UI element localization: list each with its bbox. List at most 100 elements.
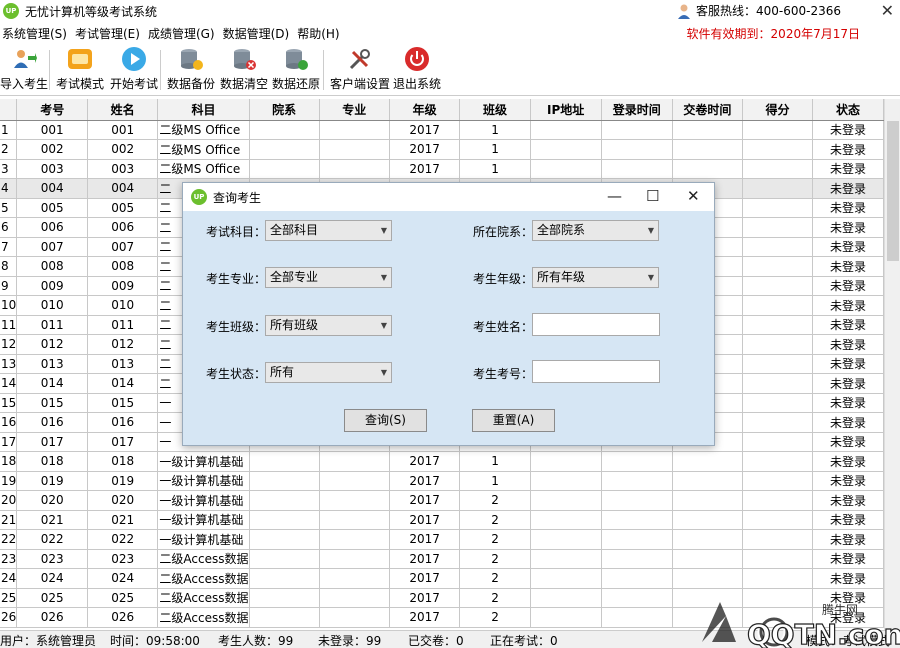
column-header[interactable]: 状态 bbox=[812, 99, 884, 121]
class-select[interactable]: 所有班级 ▼ bbox=[265, 315, 392, 336]
dialog-minimize-button[interactable]: — bbox=[607, 187, 622, 205]
status-user: 用户：系统管理员 bbox=[0, 634, 97, 648]
column-header[interactable]: 交卷时间 bbox=[672, 99, 743, 121]
table-row[interactable]: 21 021 021 一级计算机基础 2017 2 未登录 bbox=[0, 510, 884, 530]
cell-department bbox=[249, 451, 320, 472]
vertical-scrollbar[interactable] bbox=[884, 99, 900, 630]
department-select[interactable]: 全部院系 ▼ bbox=[532, 220, 659, 241]
department-label: 所在院系： bbox=[473, 225, 534, 239]
cell-ip bbox=[530, 159, 602, 179]
table-row[interactable]: 24 024 024 二级Access数据 2017 2 未登录 bbox=[0, 568, 884, 589]
menu-grades[interactable]: 成绩管理(G) bbox=[146, 25, 221, 42]
cell-login-time bbox=[601, 471, 673, 491]
column-header[interactable]: 科目 bbox=[157, 99, 250, 121]
cell-grade: 2017 bbox=[389, 510, 461, 530]
cell-department bbox=[249, 120, 320, 140]
reset-button[interactable]: 重置(A) bbox=[472, 409, 555, 432]
import-students-button[interactable]: 导入考生 bbox=[0, 46, 48, 92]
data-clear-button[interactable]: 数据清空 bbox=[220, 46, 268, 92]
status-in-exam: 正在考试：0 bbox=[490, 634, 558, 648]
exam-mode-button[interactable]: 考试模式 bbox=[56, 46, 104, 92]
column-header[interactable]: 登录时间 bbox=[601, 99, 673, 121]
cell-exam-id: 004 bbox=[16, 178, 88, 199]
cell-grade: 2017 bbox=[389, 159, 461, 179]
cell-department bbox=[249, 529, 320, 550]
cell-subject: 二级Access数据 bbox=[157, 568, 250, 589]
grade-select[interactable]: 所有年级 ▼ bbox=[532, 267, 659, 288]
table-row[interactable]: 20 020 020 一级计算机基础 2017 2 未登录 bbox=[0, 490, 884, 511]
row-number: 25 bbox=[0, 588, 18, 608]
status-select[interactable]: 所有 ▼ bbox=[265, 362, 392, 383]
row-number: 10 bbox=[0, 295, 18, 316]
menu-system[interactable]: 系统管理(S) bbox=[0, 25, 73, 42]
status-time: 时间：09:58:00 bbox=[110, 634, 200, 648]
cell-ip bbox=[530, 510, 602, 530]
cell-ip bbox=[530, 607, 602, 628]
cell-score bbox=[742, 471, 814, 491]
table-row[interactable]: 1 001 001 二级MS Office 2017 1 未登录 bbox=[0, 120, 884, 140]
exit-system-button[interactable]: 退出系统 bbox=[393, 46, 441, 92]
dialog-maximize-button[interactable]: ☐ bbox=[646, 187, 659, 205]
cell-status: 未登录 bbox=[812, 510, 884, 530]
menu-exam[interactable]: 考试管理(E) bbox=[73, 25, 146, 42]
data-backup-button[interactable]: 数据备份 bbox=[167, 46, 215, 92]
cell-class: 1 bbox=[459, 451, 531, 472]
cell-grade: 2017 bbox=[389, 549, 461, 569]
cell-ip bbox=[530, 120, 602, 140]
data-restore-button[interactable]: 数据还原 bbox=[272, 46, 320, 92]
cell-class: 1 bbox=[459, 120, 531, 140]
window-close-button[interactable]: ✕ bbox=[881, 1, 894, 20]
column-header[interactable]: 得分 bbox=[742, 99, 814, 121]
chevron-down-icon: ▼ bbox=[647, 273, 654, 282]
cell-subject: 一级计算机基础 bbox=[157, 529, 250, 550]
qqtn-watermark: 腾牛网 QQTN.com bbox=[702, 602, 900, 648]
cell-name: 004 bbox=[87, 178, 159, 199]
table-row[interactable]: 2 002 002 二级MS Office 2017 1 未登录 bbox=[0, 139, 884, 160]
student-id-input[interactable] bbox=[532, 360, 660, 383]
table-row[interactable]: 22 022 022 一级计算机基础 2017 2 未登录 bbox=[0, 529, 884, 550]
cell-status: 未登录 bbox=[812, 412, 884, 433]
cell-major bbox=[319, 490, 390, 511]
student-name-input[interactable] bbox=[532, 313, 660, 336]
table-row[interactable]: 18 018 018 一级计算机基础 2017 1 未登录 bbox=[0, 451, 884, 472]
row-number: 19 bbox=[0, 471, 18, 491]
column-header[interactable]: IP地址 bbox=[530, 99, 602, 121]
major-select[interactable]: 全部专业 ▼ bbox=[265, 267, 392, 288]
dialog-close-button[interactable]: ✕ bbox=[687, 187, 700, 205]
row-number: 3 bbox=[0, 159, 18, 179]
table-row[interactable]: 19 019 019 一级计算机基础 2017 1 未登录 bbox=[0, 471, 884, 491]
cell-name: 026 bbox=[87, 607, 159, 628]
column-header[interactable]: 考号 bbox=[16, 99, 88, 121]
scrollbar-thumb[interactable] bbox=[887, 121, 899, 261]
cell-name: 014 bbox=[87, 373, 159, 394]
column-header[interactable]: 专业 bbox=[319, 99, 390, 121]
dialog-logo-icon: UP bbox=[191, 189, 207, 205]
start-exam-button[interactable]: 开始考试 bbox=[110, 46, 158, 92]
column-header[interactable]: 姓名 bbox=[87, 99, 159, 121]
query-button[interactable]: 查询(S) bbox=[344, 409, 427, 432]
menu-data[interactable]: 数据管理(D) bbox=[221, 25, 296, 42]
column-header[interactable]: 院系 bbox=[249, 99, 320, 121]
cell-name: 007 bbox=[87, 237, 159, 257]
table-row[interactable]: 3 003 003 二级MS Office 2017 1 未登录 bbox=[0, 159, 884, 179]
column-header[interactable]: 班级 bbox=[459, 99, 531, 121]
cell-status: 未登录 bbox=[812, 354, 884, 374]
client-settings-button[interactable]: 客户端设置 bbox=[330, 46, 390, 92]
column-header[interactable]: 年级 bbox=[389, 99, 461, 121]
cell-ip bbox=[530, 471, 602, 491]
row-number: 11 bbox=[0, 315, 18, 335]
cell-class: 2 bbox=[459, 607, 531, 628]
cell-subject: 一级计算机基础 bbox=[157, 510, 250, 530]
watermark-small-text: 腾牛网 bbox=[822, 602, 858, 617]
subject-select[interactable]: 全部科目 ▼ bbox=[265, 220, 392, 241]
cell-class: 2 bbox=[459, 568, 531, 589]
cell-score bbox=[742, 139, 814, 160]
cell-exam-id: 007 bbox=[16, 237, 88, 257]
toolbar-separator bbox=[49, 50, 50, 90]
table-row[interactable]: 23 023 023 二级Access数据 2017 2 未登录 bbox=[0, 549, 884, 569]
menu-help[interactable]: 帮助(H) bbox=[295, 25, 345, 42]
cell-score bbox=[742, 178, 814, 199]
cell-ip bbox=[530, 490, 602, 511]
cell-exam-id: 020 bbox=[16, 490, 88, 511]
cell-score bbox=[742, 295, 814, 316]
